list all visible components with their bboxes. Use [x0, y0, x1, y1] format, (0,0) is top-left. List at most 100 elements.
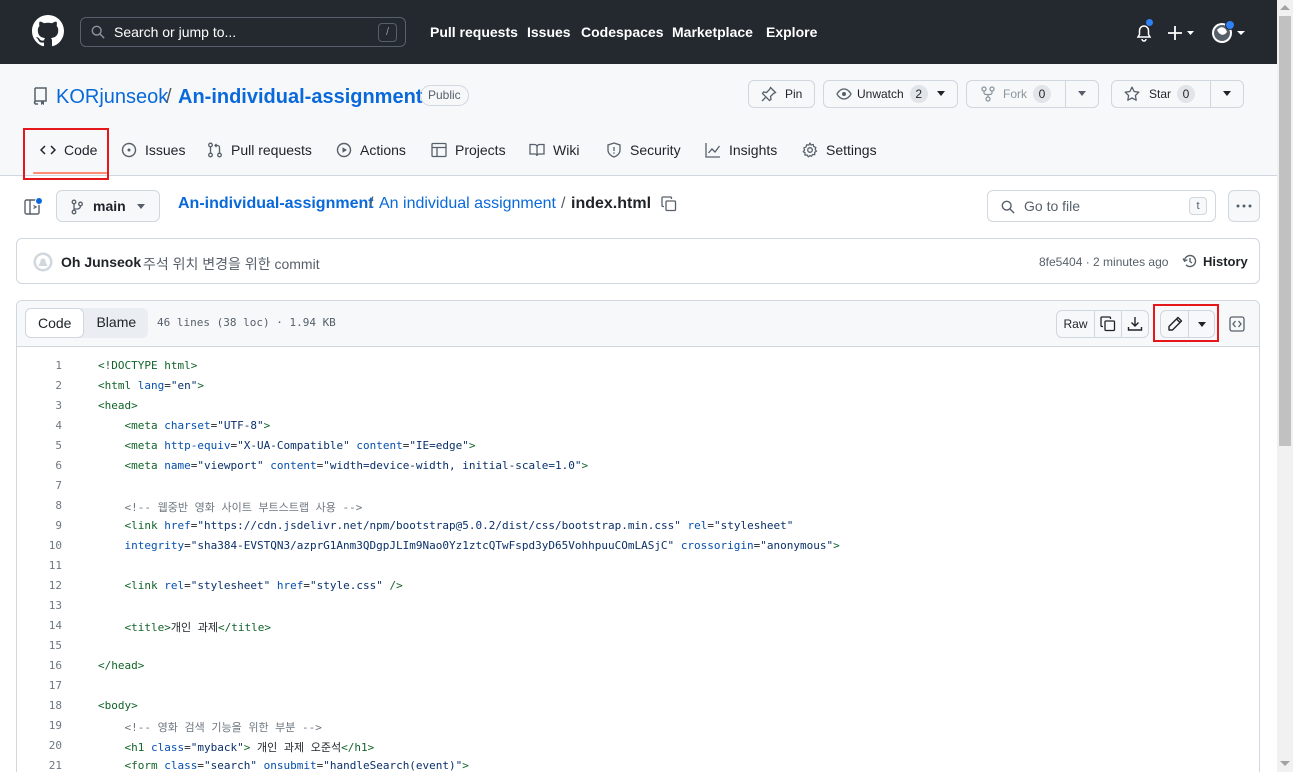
tab-projects[interactable]: Projects — [431, 140, 506, 160]
nav-pull-requests[interactable]: Pull requests — [430, 24, 518, 40]
more-options-button[interactable] — [1228, 190, 1260, 222]
tab-issues[interactable]: Issues — [121, 140, 185, 160]
scrollbar-thumb[interactable] — [1279, 16, 1291, 446]
github-file-view: Search or jump to... / Pull requests Iss… — [0, 0, 1293, 772]
line-number[interactable]: 16 — [17, 659, 62, 672]
button-divider — [1065, 81, 1066, 107]
issue-opened-icon — [121, 142, 137, 158]
sidebar-toggle-icon[interactable] — [24, 197, 44, 217]
pin-icon — [761, 86, 777, 102]
line-number[interactable]: 7 — [17, 479, 62, 492]
commit-sha-and-time[interactable]: 8fe5404 · 2 minutes ago — [1039, 255, 1168, 269]
line-number[interactable]: 4 — [17, 419, 62, 432]
code-line: <head> — [98, 399, 138, 412]
fork-button[interactable]: Fork 0 — [966, 80, 1099, 108]
tab-settings[interactable]: Settings — [802, 140, 877, 160]
user-avatar-icon[interactable] — [1211, 20, 1247, 46]
line-number[interactable]: 5 — [17, 439, 62, 452]
line-number[interactable]: 19 — [17, 719, 62, 732]
branch-select-button[interactable]: main — [56, 190, 160, 222]
tab-insights[interactable]: Insights — [705, 140, 777, 160]
unwatch-button[interactable]: Unwatch 2 — [823, 80, 958, 108]
search-icon — [1001, 200, 1015, 214]
scroll-down-arrow-icon[interactable] — [1280, 761, 1290, 767]
line-number[interactable]: 9 — [17, 519, 62, 532]
raw-button[interactable]: Raw — [1057, 311, 1095, 337]
line-number[interactable]: 11 — [17, 559, 62, 572]
history-icon — [1182, 254, 1197, 268]
avatar[interactable] — [33, 252, 53, 272]
line-number[interactable]: 15 — [17, 639, 62, 652]
tab-security-label: Security — [630, 142, 681, 158]
github-logo-icon[interactable] — [32, 15, 64, 47]
chevron-down-icon — [137, 204, 145, 209]
tab-projects-label: Projects — [455, 142, 506, 158]
tab-actions[interactable]: Actions — [336, 140, 406, 160]
star-button[interactable]: Star 0 — [1111, 80, 1244, 108]
code-line: </head> — [98, 659, 145, 672]
line-number[interactable]: 12 — [17, 579, 62, 592]
code-line: <html lang="en"> — [98, 379, 204, 392]
scroll-up-arrow-icon[interactable] — [1280, 4, 1290, 10]
download-button[interactable] — [1122, 311, 1149, 337]
line-number[interactable]: 18 — [17, 699, 62, 712]
line-number[interactable]: 3 — [17, 399, 62, 412]
tab-security[interactable]: Security — [606, 140, 681, 160]
copy-raw-button[interactable] — [1095, 311, 1122, 337]
nav-codespaces[interactable]: Codespaces — [581, 24, 663, 40]
repo-owner-link[interactable]: KORjunseok — [56, 86, 168, 109]
tab-wiki[interactable]: Wiki — [529, 140, 579, 160]
code-line: <link rel="stylesheet" href="style.css" … — [124, 579, 403, 592]
code-line: <!-- 웹중반 영화 사이트 부트스트랩 사용 --> — [124, 501, 363, 514]
blame-view-button[interactable]: Blame — [84, 308, 148, 338]
tab-pull-requests[interactable]: Pull requests — [207, 140, 312, 160]
code-line: <body> — [98, 699, 138, 712]
fork-dropdown-chevron-icon[interactable] — [1077, 91, 1087, 97]
star-icon — [1124, 86, 1140, 101]
global-search-input[interactable]: Search or jump to... / — [80, 17, 406, 47]
pin-button[interactable]: Pin — [748, 80, 815, 108]
breadcrumb-separator: / — [369, 195, 374, 212]
pull-request-icon — [208, 142, 222, 158]
tab-insights-label: Insights — [729, 142, 778, 158]
line-number[interactable]: 8 — [17, 499, 62, 512]
repo-path-separator: / — [166, 86, 172, 108]
history-link[interactable]: History — [1203, 254, 1248, 269]
line-number[interactable]: 14 — [17, 619, 62, 632]
download-icon — [1127, 317, 1143, 331]
line-number[interactable]: 1 — [17, 359, 62, 372]
star-dropdown-chevron-icon[interactable] — [1222, 91, 1232, 97]
line-number[interactable]: 21 — [17, 759, 62, 772]
code-line: <!-- 영화 검색 기능을 위한 부분 --> — [124, 721, 322, 734]
breadcrumb-repo-link[interactable]: An-individual-assignment — [178, 195, 374, 213]
repo-icon — [33, 87, 47, 105]
breadcrumb-current-file: index.html — [571, 195, 652, 212]
nav-issues[interactable]: Issues — [527, 24, 571, 40]
symbols-panel-toggle-icon[interactable] — [1229, 316, 1245, 332]
commit-author-link[interactable]: Oh Junseok — [61, 254, 141, 270]
nav-marketplace[interactable]: Marketplace — [672, 24, 753, 40]
latest-commit-bar: Oh Junseok 주석 위치 변경을 위한 commit 8fe5404 ·… — [16, 238, 1260, 284]
line-number[interactable]: 6 — [17, 459, 62, 472]
commit-message-link[interactable]: 주석 위치 변경을 위한 commit — [143, 254, 320, 274]
graph-icon — [705, 143, 721, 158]
branch-name: main — [93, 198, 126, 214]
code-line: <h1 class="myback"> 개인 과제 오준석</h1> — [124, 741, 375, 754]
repo-name-link[interactable]: An-individual-assignment — [178, 86, 422, 109]
code-line: <!DOCTYPE html> — [98, 359, 198, 372]
go-to-file-input[interactable]: Go to file t — [987, 190, 1216, 222]
line-number[interactable]: 10 — [17, 539, 62, 552]
line-number[interactable]: 2 — [17, 379, 62, 392]
chevron-down-icon — [936, 91, 945, 96]
copy-path-icon[interactable] — [661, 196, 677, 212]
play-circle-icon — [336, 142, 352, 158]
breadcrumb-folder-link[interactable]: An individual assignment — [379, 195, 556, 213]
code-line: <link href="https://cdn.jsdelivr.net/npm… — [124, 519, 794, 532]
line-number[interactable]: 20 — [17, 739, 62, 752]
create-new-plus-icon[interactable] — [1168, 26, 1194, 40]
nav-explore[interactable]: Explore — [766, 24, 817, 40]
code-line: <meta charset="UTF-8"> — [124, 419, 271, 432]
code-view-button[interactable]: Code — [25, 308, 85, 338]
line-number[interactable]: 13 — [17, 599, 62, 612]
line-number[interactable]: 17 — [17, 679, 62, 692]
